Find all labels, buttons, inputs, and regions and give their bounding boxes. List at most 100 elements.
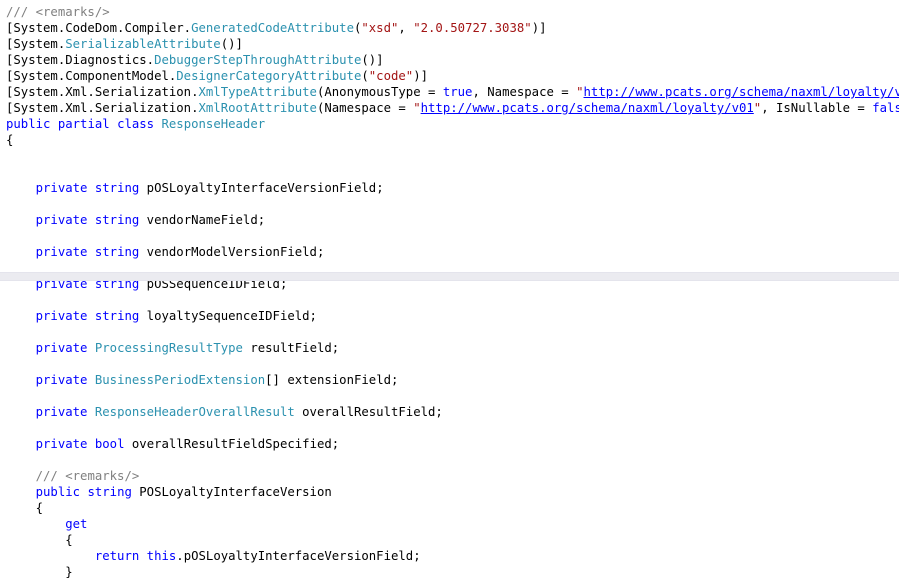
code-token-keyword: class	[117, 117, 155, 131]
code-token-plain: )]	[531, 21, 547, 35]
code-surface[interactable]: /// <remarks/> [System.CodeDom.Compiler.G…	[0, 0, 899, 580]
code-token-keyword: string	[94, 245, 140, 259]
code-line[interactable]: private ProcessingResultType resultField…	[0, 340, 899, 356]
code-line[interactable]: private string vendorNameField;	[0, 212, 899, 228]
code-line[interactable]: return this.pOSLoyaltyInterfaceVersionFi…	[0, 548, 899, 564]
code-token-keyword: get	[65, 517, 88, 531]
code-token-plain: [] extensionField;	[265, 373, 399, 387]
code-hyperlink[interactable]: http://www.pcats.org/schema/naxml/loyalt…	[421, 101, 754, 115]
code-token-type: XmlRootAttribute	[198, 101, 317, 115]
code-token-keyword: public	[6, 117, 51, 131]
code-line[interactable]: [System.ComponentModel.DesignerCategoryA…	[0, 68, 899, 84]
code-token-plain: resultField;	[242, 341, 340, 355]
code-token-keyword: string	[94, 181, 140, 195]
code-token-string: "2.0.50727.3038"	[413, 21, 532, 35]
code-line[interactable]: private string vendorModelVersionField;	[0, 244, 899, 260]
code-token-plain: vendorModelVersionField;	[139, 245, 325, 259]
code-line[interactable]: }	[0, 564, 899, 580]
code-token-plain: (AnonymousType =	[316, 85, 443, 99]
code-token-keyword: private	[35, 181, 88, 195]
code-token-string: "code"	[368, 69, 414, 83]
code-line[interactable]: public string POSLoyaltyInterfaceVersion	[0, 484, 899, 500]
code-token-plain: ()]	[361, 53, 384, 67]
code-line[interactable]	[0, 196, 899, 212]
code-line[interactable]: get	[0, 516, 899, 532]
code-line[interactable]: private bool overallResultFieldSpecified…	[0, 436, 899, 452]
code-line[interactable]: private string loyaltySequenceIDField;	[0, 308, 899, 324]
code-token-string: "	[413, 101, 421, 115]
code-token-plain: [System.Xml.Serialization.	[6, 85, 199, 99]
code-token-plain: (	[361, 69, 369, 83]
code-line[interactable]: public partial class ResponseHeader	[0, 116, 899, 132]
code-token-plain: [System.ComponentModel.	[6, 69, 177, 83]
code-token-plain: .pOSLoyaltyInterfaceVersionField;	[176, 549, 421, 563]
code-line[interactable]: [System.Xml.Serialization.XmlTypeAttribu…	[0, 84, 899, 100]
code-line[interactable]: private BusinessPeriodExtension[] extens…	[0, 372, 899, 388]
code-token-plain: [System.CodeDom.Compiler.	[6, 21, 192, 35]
code-token-keyword: partial	[57, 117, 110, 131]
code-line[interactable]: [System.Diagnostics.DebuggerStepThroughA…	[0, 52, 899, 68]
code-token-keyword: string	[87, 485, 132, 499]
code-token-plain: [System.	[6, 37, 66, 51]
code-line[interactable]: {	[0, 132, 899, 148]
code-token-type: ProcessingResultType	[94, 341, 243, 355]
code-hyperlink[interactable]: http://www.pcats.org/schema/naxml/loyalt…	[584, 85, 899, 99]
code-line[interactable]	[0, 228, 899, 244]
code-token-plain: , IsNullable =	[761, 101, 873, 115]
code-token-keyword: private	[35, 437, 88, 451]
code-token-plain: {	[65, 533, 73, 547]
code-line[interactable]	[0, 452, 899, 468]
code-line[interactable]	[0, 356, 899, 372]
code-line[interactable]: [System.SerializableAttribute()]	[0, 36, 899, 52]
code-token-keyword: this	[146, 549, 177, 563]
code-line[interactable]	[0, 148, 899, 164]
code-line[interactable]: {	[0, 532, 899, 548]
code-line[interactable]: [System.CodeDom.Compiler.GeneratedCodeAt…	[0, 20, 899, 36]
code-token-string: "	[576, 85, 584, 99]
code-line[interactable]	[0, 420, 899, 436]
code-token-plain: (Namespace =	[316, 101, 414, 115]
code-token-plain: ()]	[220, 37, 243, 51]
code-token-keyword: bool	[94, 437, 125, 451]
code-line[interactable]: /// <remarks/>	[0, 468, 899, 484]
code-token-keyword: private	[35, 309, 88, 323]
code-line[interactable]: [System.Xml.Serialization.XmlRootAttribu…	[0, 100, 899, 116]
code-line[interactable]: {	[0, 500, 899, 516]
code-line[interactable]: private ResponseHeaderOverallResult over…	[0, 404, 899, 420]
code-line[interactable]	[0, 324, 899, 340]
code-line[interactable]	[0, 292, 899, 308]
code-token-keyword: true	[442, 85, 473, 99]
code-token-keyword: private	[35, 245, 88, 259]
collapsed-region-separator	[0, 272, 899, 281]
code-token-keyword: false	[872, 101, 899, 115]
code-token-type: ResponseHeader	[161, 117, 266, 131]
code-line[interactable]	[0, 164, 899, 180]
code-line[interactable]: /// <remarks/>	[0, 4, 899, 20]
code-token-comment: /// <remarks/>	[35, 469, 140, 483]
code-line[interactable]: private string pOSLoyaltyInterfaceVersio…	[0, 180, 899, 196]
code-editor-pane[interactable]: /// <remarks/> [System.CodeDom.Compiler.G…	[0, 0, 899, 579]
code-token-plain: ,	[398, 21, 414, 35]
code-token-keyword: private	[35, 213, 88, 227]
code-token-keyword: public	[35, 485, 81, 499]
code-line[interactable]	[0, 388, 899, 404]
